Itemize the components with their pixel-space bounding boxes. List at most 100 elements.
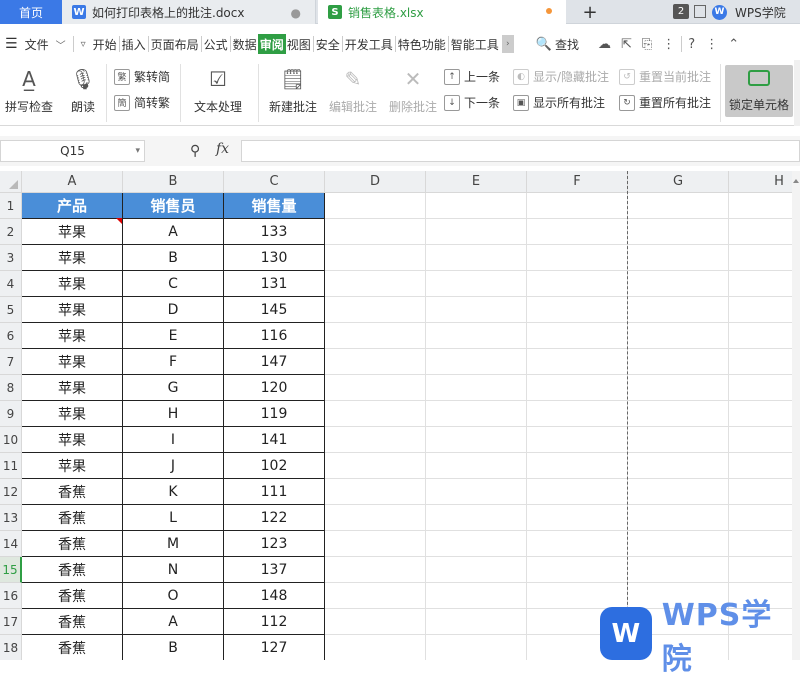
column-header-f[interactable]: F xyxy=(527,171,628,193)
row-header-7[interactable]: 7 xyxy=(0,349,22,375)
menu-home[interactable]: 开始 xyxy=(92,34,118,54)
row-header-4[interactable]: 4 xyxy=(0,271,22,297)
menu-page-layout[interactable]: 页面布局 xyxy=(150,34,200,54)
chevron-down-icon[interactable]: ▾ xyxy=(135,146,140,156)
new-comment-button[interactable]: 🗒 新建批注 xyxy=(264,66,322,115)
row-header-16[interactable]: 16 xyxy=(0,583,22,609)
expand-arrow-icon[interactable]: ▿ xyxy=(81,39,86,50)
table-cell[interactable]: 133 xyxy=(224,219,325,245)
table-cell[interactable]: 苹果 xyxy=(22,323,123,349)
table-cell[interactable]: A xyxy=(123,219,224,245)
trad-to-simp-button[interactable]: 繁 繁转简 xyxy=(114,68,170,85)
table-cell[interactable]: 123 xyxy=(224,531,325,557)
table-cell[interactable]: 137 xyxy=(224,557,325,583)
menu-security[interactable]: 安全 xyxy=(315,34,341,54)
row-header-11[interactable]: 11 xyxy=(0,453,22,479)
table-cell[interactable]: H xyxy=(123,401,224,427)
fx-icon[interactable]: fx xyxy=(216,141,229,157)
table-cell[interactable]: 香蕉 xyxy=(22,479,123,505)
table-cell[interactable]: 苹果 xyxy=(22,401,123,427)
table-cell[interactable]: O xyxy=(123,583,224,609)
menu-smart-tools[interactable]: 智能工具 xyxy=(450,34,500,54)
row-header-12[interactable]: 12 xyxy=(0,479,22,505)
tab-doc[interactable]: W 如何打印表格上的批注.docx ● xyxy=(62,0,316,24)
menu-special[interactable]: 特色功能 xyxy=(397,34,447,54)
table-cell[interactable]: 香蕉 xyxy=(22,557,123,583)
table-cell[interactable]: 120 xyxy=(224,375,325,401)
next-comment-button[interactable]: ↓ 下一条 xyxy=(444,94,500,111)
row-header-6[interactable]: 6 xyxy=(0,323,22,349)
row-header-14[interactable]: 14 xyxy=(0,531,22,557)
table-cell[interactable]: 147 xyxy=(224,349,325,375)
spellcheck-button[interactable]: A̲ 拼写检查 xyxy=(0,66,58,115)
table-cell[interactable]: 香蕉 xyxy=(22,609,123,635)
table-cell[interactable]: 香蕉 xyxy=(22,583,123,609)
column-header-e[interactable]: E xyxy=(426,171,527,193)
table-cell[interactable]: A xyxy=(123,609,224,635)
table-cell[interactable]: 130 xyxy=(224,245,325,271)
cloud-sync-icon[interactable]: ☁ xyxy=(598,37,611,52)
menu-insert[interactable]: 插入 xyxy=(121,34,147,54)
row-header-1[interactable]: 1 xyxy=(0,193,22,219)
help-icon[interactable]: ? xyxy=(688,37,695,52)
table-cell[interactable]: 苹果 xyxy=(22,453,123,479)
tab-sheet[interactable]: S 销售表格.xlsx xyxy=(318,0,566,24)
row-header-10[interactable]: 10 xyxy=(0,427,22,453)
table-cell[interactable]: 148 xyxy=(224,583,325,609)
row-header-17[interactable]: 17 xyxy=(0,609,22,635)
table-cell[interactable]: 141 xyxy=(224,427,325,453)
table-cell[interactable]: 苹果 xyxy=(22,427,123,453)
collapse-ribbon-icon[interactable]: ⌃ xyxy=(728,37,739,52)
reset-all-comments-button[interactable]: ↻ 重置所有批注 xyxy=(619,94,711,111)
reset-current-comment-button[interactable]: ↺ 重置当前批注 xyxy=(619,68,711,85)
window-count-badge[interactable]: 2 xyxy=(673,4,689,19)
table-cell[interactable]: N xyxy=(123,557,224,583)
tab-home[interactable]: 首页 xyxy=(0,0,62,24)
text-process-button[interactable]: ☑ 文本处理 xyxy=(186,66,250,115)
table-cell[interactable]: J xyxy=(123,453,224,479)
column-header-c[interactable]: C xyxy=(224,171,325,193)
show-all-comments-button[interactable]: ▣ 显示所有批注 xyxy=(513,94,605,111)
row-header-9[interactable]: 9 xyxy=(0,401,22,427)
read-aloud-button[interactable]: 🎙 朗读 xyxy=(64,66,102,115)
formula-input[interactable] xyxy=(241,140,800,162)
more-actions-icon[interactable]: ⋮ xyxy=(662,37,675,52)
prev-comment-button[interactable]: ↑ 上一条 xyxy=(444,68,500,85)
table-cell[interactable]: E xyxy=(123,323,224,349)
menu-icon[interactable]: ☰ xyxy=(5,36,18,52)
table-cell[interactable]: 119 xyxy=(224,401,325,427)
chevron-down-icon[interactable]: ﹀ xyxy=(56,37,66,52)
table-cell[interactable]: G xyxy=(123,375,224,401)
delete-comment-button[interactable]: ✕ 删除批注 xyxy=(384,66,442,115)
row-header-15[interactable]: 15 xyxy=(0,557,22,583)
vertical-scrollbar[interactable] xyxy=(792,171,800,660)
menu-formula[interactable]: 公式 xyxy=(203,34,229,54)
window-layout-icon[interactable] xyxy=(694,5,706,18)
select-all-corner[interactable] xyxy=(0,171,22,193)
show-hide-comment-button[interactable]: ◐ 显示/隐藏批注 xyxy=(513,68,609,85)
table-cell[interactable]: 苹果 xyxy=(22,349,123,375)
column-header-h[interactable]: H xyxy=(729,171,800,193)
table-cell[interactable]: 122 xyxy=(224,505,325,531)
table-cell[interactable]: M xyxy=(123,531,224,557)
table-cell[interactable]: 127 xyxy=(224,635,325,660)
table-cell[interactable]: F xyxy=(123,349,224,375)
menu-view[interactable]: 视图 xyxy=(286,34,312,54)
row-header-13[interactable]: 13 xyxy=(0,505,22,531)
share-icon[interactable]: ⇱ xyxy=(621,37,632,52)
column-header-a[interactable]: A xyxy=(22,171,123,193)
row-header-8[interactable]: 8 xyxy=(0,375,22,401)
table-cell[interactable]: 112 xyxy=(224,609,325,635)
table-header-cell[interactable]: 销售员 xyxy=(123,193,224,219)
table-cell[interactable]: 苹果 xyxy=(22,245,123,271)
table-cell[interactable]: B xyxy=(123,245,224,271)
more-menus-icon[interactable]: › xyxy=(501,35,514,53)
column-header-d[interactable]: D xyxy=(325,171,426,193)
search-icon[interactable]: 🔍 xyxy=(536,37,552,52)
ribbon-scroll[interactable] xyxy=(794,60,800,126)
zoom-icon[interactable]: ⚲ xyxy=(190,143,200,159)
table-cell[interactable]: 116 xyxy=(224,323,325,349)
table-cell[interactable]: L xyxy=(123,505,224,531)
table-cell[interactable]: I xyxy=(123,427,224,453)
menu-file[interactable]: 文件 xyxy=(24,34,50,54)
